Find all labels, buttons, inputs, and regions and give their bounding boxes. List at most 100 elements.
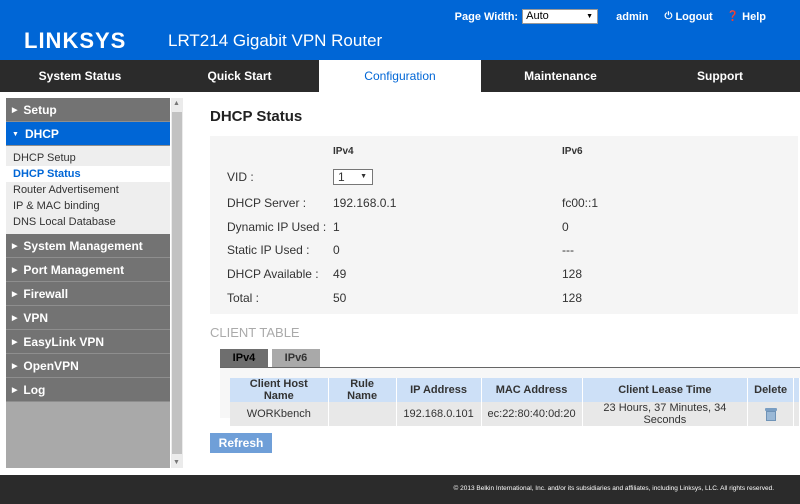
status-row: Static IP Used : 0 --- (210, 240, 798, 260)
cell-host: WORKbench (230, 402, 329, 426)
status-label: Dynamic IP Used : (227, 220, 327, 234)
footer: © 2013 Belkin International, Inc. and/or… (0, 475, 800, 504)
page-width-label: Page Width: (454, 10, 519, 23)
ipv4-value: 1 (333, 220, 340, 234)
ipv6-value: fc00::1 (562, 196, 599, 210)
refresh-button[interactable]: Refresh (210, 433, 272, 453)
sidebar-item-firewall[interactable]: ▶ Firewall (6, 282, 170, 306)
dropdown-arrow-icon: ▼ (586, 13, 594, 20)
sidebar-item-label: DHCP (24, 127, 59, 141)
cell-ip: 192.168.0.101 (396, 402, 482, 426)
caret-right-icon: ▶ (12, 243, 18, 250)
vid-row: VID : 1 ▼ (210, 167, 798, 187)
sidebar-subitem-router-advertisement[interactable]: Router Advertisement (6, 182, 170, 198)
scroll-up-icon[interactable]: ▲ (173, 100, 180, 107)
client-table: Client Host Name Rule Name IP Address MA… (230, 378, 800, 426)
sidebar-item-label: OpenVPN (23, 359, 79, 373)
status-label: Total : (227, 291, 260, 305)
sidebar-item-label: Firewall (23, 287, 69, 301)
logout-label: Logout (675, 10, 713, 23)
router-model-title: LRT214 Gigabit VPN Router (168, 31, 383, 50)
col-client-host-name: Client Host Name (230, 378, 329, 402)
page-width-value: Auto (526, 10, 549, 22)
main-content: DHCP Status IPv4 IPv6 VID : 1 ▼ DHCP Ser… (210, 100, 800, 453)
caret-right-icon: ▶ (12, 339, 18, 346)
status-row: Total : 50 128 (210, 288, 798, 308)
tab-system-status[interactable]: System Status (0, 60, 160, 92)
caret-down-icon: ▼ (12, 131, 19, 138)
username: admin (616, 10, 649, 23)
cell-lease: 23 Hours, 37 Minutes, 34 Seconds (582, 402, 749, 426)
help-link[interactable]: ❓ Help (727, 11, 766, 23)
linksys-logo: LINKSYS (24, 28, 127, 53)
sidebar-subitem-ip-mac-binding[interactable]: IP & MAC binding (6, 198, 170, 214)
power-icon: ⏻ (664, 11, 673, 22)
sidebar-item-vpn[interactable]: ▶ VPN (6, 306, 170, 330)
ipv4-value: 49 (333, 267, 347, 281)
client-tab-ipv4[interactable]: IPv4 (220, 349, 268, 367)
caret-right-icon: ▶ (12, 387, 18, 394)
sidebar-item-openvpn[interactable]: ▶ OpenVPN (6, 354, 170, 378)
caret-right-icon: ▶ (12, 291, 18, 298)
dhcp-status-panel: IPv4 IPv6 VID : 1 ▼ DHCP Server : 192.16… (210, 136, 798, 314)
ipv4-value: 192.168.0.1 (333, 196, 397, 210)
sidebar-scrollbar[interactable]: ▲ ▼ (171, 98, 183, 468)
ipv6-value: 0 (562, 220, 569, 234)
status-row: DHCP Server : 192.168.0.1 fc00::1 (210, 193, 798, 213)
tab-maintenance[interactable]: Maintenance (481, 60, 640, 92)
cell-delete (747, 402, 795, 426)
sidebar-item-label: VPN (23, 311, 49, 325)
sidebar-item-port-management[interactable]: ▶ Port Management (6, 258, 170, 282)
status-header-row: IPv4 IPv6 (210, 142, 798, 162)
col-ip-address: IP Address (396, 378, 482, 402)
caret-right-icon: ▶ (12, 363, 18, 370)
logout-link[interactable]: ⏻ Logout (665, 11, 713, 23)
client-tab-ipv6[interactable]: IPv6 (272, 349, 320, 367)
sidebar-subitem-dhcp-setup[interactable]: DHCP Setup (6, 150, 170, 166)
sidebar-subitem-dhcp-status[interactable]: DHCP Status (6, 166, 170, 182)
vid-select[interactable]: 1 ▼ (333, 169, 373, 185)
sidebar-item-dhcp[interactable]: ▼ DHCP (6, 122, 170, 146)
col-ipv6-header: IPv6 (562, 146, 583, 157)
caret-right-icon: ▶ (12, 107, 18, 114)
header: LINKSYS LRT214 Gigabit VPN Router Page W… (0, 0, 800, 60)
sidebar-item-system-management[interactable]: ▶ System Management (6, 234, 170, 258)
cell-spacer (793, 402, 800, 426)
help-icon: ❓ (726, 11, 740, 22)
sidebar-item-log[interactable]: ▶ Log (6, 378, 170, 402)
sidebar-item-label: Log (23, 383, 46, 397)
col-delete: Delete (747, 378, 795, 402)
sidebar-item-setup[interactable]: ▶ Setup (6, 98, 170, 122)
status-label: Static IP Used : (227, 243, 310, 257)
caret-right-icon: ▶ (12, 267, 18, 274)
vid-label: VID : (227, 170, 254, 184)
sidebar-subitem-dns-local-database[interactable]: DNS Local Database (6, 214, 170, 230)
sidebar-item-label: Port Management (23, 263, 125, 277)
table-row: WORKbench 192.168.0.101 ec:22:80:40:0d:2… (230, 402, 800, 426)
header-controls: Page Width: Auto ▼ admin ⏻ Logout ❓ Help (455, 9, 780, 24)
client-table-title: CLIENT TABLE (210, 325, 300, 340)
sidebar-item-easylink-vpn[interactable]: ▶ EasyLink VPN (6, 330, 170, 354)
client-table-header: Client Host Name Rule Name IP Address MA… (230, 378, 800, 402)
tab-quick-start[interactable]: Quick Start (160, 60, 319, 92)
trash-icon[interactable] (764, 407, 777, 421)
sidebar-item-label: Setup (23, 103, 57, 117)
tab-configuration[interactable]: Configuration (319, 60, 481, 92)
scroll-down-icon[interactable]: ▼ (173, 459, 180, 466)
col-ipv4-header: IPv4 (333, 146, 354, 157)
col-mac-address: MAC Address (481, 378, 583, 402)
main-nav: System Status Quick Start Configuration … (0, 60, 800, 92)
ipv6-value: --- (562, 243, 574, 257)
status-label: DHCP Server : (227, 196, 307, 210)
tab-support[interactable]: Support (640, 60, 800, 92)
status-row: Dynamic IP Used : 1 0 (210, 217, 798, 237)
client-table-area: Client Host Name Rule Name IP Address MA… (220, 368, 800, 426)
cell-rule (328, 402, 397, 426)
sidebar: ▶ Setup ▼ DHCP DHCP Setup DHCP Status Rout… (6, 98, 170, 468)
col-spacer (793, 378, 800, 402)
scrollbar-thumb[interactable] (172, 112, 182, 454)
cell-mac: ec:22:80:40:0d:20 (481, 402, 583, 426)
sidebar-item-label: System Management (23, 239, 143, 253)
page-width-select[interactable]: Auto ▼ (522, 9, 599, 24)
dropdown-arrow-icon: ▼ (360, 173, 367, 180)
